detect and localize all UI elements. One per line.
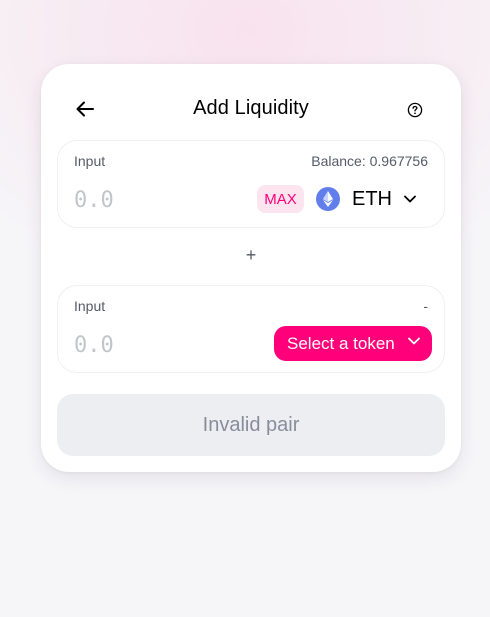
currency-input-panel-a: Input Balance: 0.967756 MAX ETH	[57, 140, 445, 228]
balance-text: -	[423, 298, 428, 314]
amount-input-b[interactable]	[74, 330, 214, 360]
amount-input-a[interactable]	[74, 185, 214, 215]
question-circle-icon	[407, 102, 423, 118]
add-liquidity-card: Add Liquidity Input Balance: 0.967756 MA…	[41, 64, 461, 472]
help-button[interactable]	[403, 98, 427, 122]
ethereum-icon	[316, 187, 340, 211]
chevron-down-icon	[404, 195, 416, 203]
input-label: Input	[74, 298, 106, 314]
token-symbol: ETH	[352, 187, 392, 210]
plus-separator: +	[245, 245, 257, 265]
input-label: Input	[74, 153, 106, 169]
currency-input-panel-b: Input - Select a token	[57, 285, 445, 373]
balance-text: Balance: 0.967756	[311, 153, 428, 169]
token-selector-eth[interactable]: ETH	[316, 184, 416, 214]
max-button[interactable]: MAX	[257, 185, 304, 213]
select-token-button[interactable]: Select a token	[274, 326, 432, 361]
page-title: Add Liquidity	[193, 97, 309, 119]
chevron-down-icon	[408, 337, 420, 345]
submit-button[interactable]: Invalid pair	[57, 394, 445, 456]
select-token-label: Select a token	[287, 333, 395, 353]
